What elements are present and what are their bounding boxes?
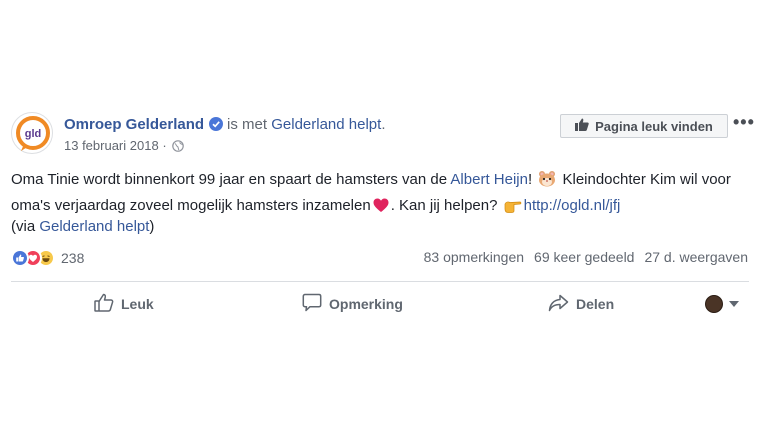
like-button[interactable]: Leuk [94,291,154,317]
is-with-text: is met [227,116,268,133]
comment-label: Opmerking [329,296,403,312]
post-header: Omroep Gelderland is met Gelderland helpt… [64,115,385,135]
like-page-label: Pagina leuk vinden [595,118,713,134]
comment-button[interactable]: Opmerking [302,291,403,317]
views-count: 27 d. weergaven [644,249,748,265]
shares-count[interactable]: 69 keer gedeeld [534,249,634,265]
speech-bubble-icon [302,293,322,315]
post-meta: 13 februari 2018 · [64,138,185,156]
like-reaction-icon [11,249,29,267]
header-period: . [381,116,386,133]
hamster-emoji-icon [538,170,556,194]
verified-badge-icon [209,117,224,131]
globe-icon[interactable] [172,140,185,156]
red-heart-emoji-icon [373,197,389,220]
svg-text:gld: gld [25,128,42,140]
share-arrow-icon [548,294,569,315]
thumbs-up-outline-icon [94,293,114,315]
chevron-down-icon [729,301,739,307]
via-gelderland-helpt-link[interactable]: Gelderland helpt [39,218,149,235]
page-avatar[interactable]: gld [11,112,53,154]
post-text-part1: Oma Tinie wordt binnenkort 99 jaar en sp… [11,171,451,188]
via-open: (via [11,218,40,235]
reaction-identity-selector[interactable] [705,295,739,313]
like-page-button[interactable]: Pagina leuk vinden [560,114,728,138]
facebook-post: gld Omroep Gelderland is met Gelderland h… [0,98,760,328]
via-close: ) [149,218,155,235]
comments-count[interactable]: 83 opmerkingen [424,249,524,265]
more-options-button[interactable]: ••• [733,113,755,131]
like-label: Leuk [121,296,154,312]
ogld-url-link[interactable]: http://ogld.nl/jfj [524,197,621,214]
post-text-part2: ! [527,171,537,188]
post-action-bar: Leuk Opmerking Delen [0,291,760,317]
albert-heijn-link[interactable]: Albert Heijn [450,171,528,188]
user-avatar [705,295,723,313]
share-button[interactable]: Delen [548,291,614,317]
post-text-part4: . Kan jij helpen? [390,197,502,214]
post-date[interactable]: 13 februari 2018 [64,138,159,153]
reactions-summary[interactable]: 238 [11,248,84,268]
post-body: Oma Tinie wordt binnenkort 99 jaar en sp… [11,168,751,220]
with-page-link[interactable]: Gelderland helpt [271,116,381,133]
engagement-stats: 83 opmerkingen 69 keer gedeeld 27 d. weerg… [414,249,748,265]
pointing-hand-emoji-icon [504,197,522,220]
actions-divider [11,281,749,282]
gld-logo-icon: gld [16,116,50,151]
reaction-count[interactable]: 238 [61,250,84,266]
via-line: (via Gelderland helpt) [11,217,154,237]
thumbs-up-icon [575,118,589,134]
meta-separator: · [162,138,167,153]
share-label: Delen [576,296,615,312]
page-name-link[interactable]: Omroep Gelderland [64,116,204,133]
